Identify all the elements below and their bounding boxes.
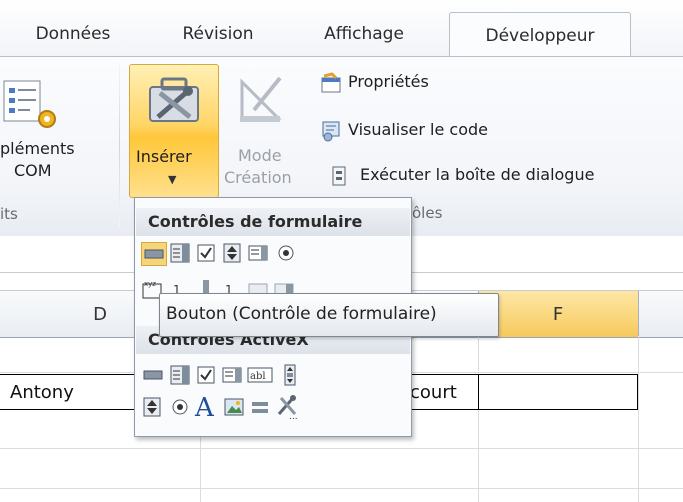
group-label-controls: ôles xyxy=(412,204,443,222)
view-code-label: Visualiser le code xyxy=(348,120,489,139)
group-label-complements: its xyxy=(0,205,18,223)
design-mode-button[interactable]: Mode Création xyxy=(224,68,294,190)
activex-scroll-bar-icon[interactable] xyxy=(279,364,301,386)
svg-text:xyz: xyz xyxy=(144,280,156,288)
more-controls-icon[interactable]: ... xyxy=(275,394,301,422)
activex-image-icon[interactable] xyxy=(223,396,245,418)
view-code-icon xyxy=(320,120,342,142)
button-tooltip: Bouton (Contrôle de formulaire) xyxy=(159,293,499,337)
column-gridline xyxy=(478,336,479,502)
tab-affichage[interactable]: Affichage xyxy=(308,12,420,56)
activex-option-button-icon[interactable] xyxy=(169,396,191,418)
column-header-f[interactable]: F xyxy=(478,291,638,337)
activex-text-box-icon[interactable]: abl xyxy=(247,364,273,386)
button-icon[interactable] xyxy=(141,242,167,266)
design-mode-label-1: Mode xyxy=(238,146,282,165)
column-divider xyxy=(638,291,639,337)
ribbon-tab-bar: Données Révision Affichage Développeur xyxy=(0,0,683,58)
chevron-down-icon: ▼ xyxy=(168,173,177,186)
cell-e-value[interactable]: court xyxy=(410,382,457,403)
svg-text:abl: abl xyxy=(250,371,266,382)
form-controls-header: Contrôles de formulaire xyxy=(136,208,410,236)
option-button-icon[interactable] xyxy=(275,242,297,264)
activex-label-icon[interactable]: A xyxy=(193,392,219,423)
tab-developpeur[interactable]: Développeur xyxy=(449,12,631,58)
insert-label: Insérer xyxy=(136,147,192,166)
run-dialog-label: Exécuter la boîte de dialogue xyxy=(360,165,595,184)
activex-toggle-icon[interactable] xyxy=(249,396,271,418)
run-dialog-icon xyxy=(330,165,348,187)
design-mode-label-2: Création xyxy=(224,168,292,187)
activex-spin-button-icon[interactable] xyxy=(141,396,163,418)
tab-revision[interactable]: Révision xyxy=(168,12,268,56)
activex-button-icon[interactable] xyxy=(141,364,165,386)
svg-text:...: ... xyxy=(289,412,298,420)
insert-controls-button[interactable]: Insérer ▼ xyxy=(129,64,219,198)
row-gridline xyxy=(0,488,683,489)
properties-label: Propriétés xyxy=(348,72,429,91)
group-separator xyxy=(119,63,120,227)
com-addins-label-2: COM xyxy=(14,161,52,180)
row-gridline xyxy=(0,448,683,449)
design-mode-icon xyxy=(236,72,284,124)
properties-icon xyxy=(320,72,342,94)
cell-d-value[interactable]: Antony xyxy=(10,382,74,403)
checkbox-icon[interactable] xyxy=(195,242,217,264)
column-gridline xyxy=(638,336,639,502)
view-code-button[interactable]: Visualiser le code xyxy=(320,118,540,144)
activex-list-box-icon[interactable] xyxy=(221,364,243,386)
com-addins-icon[interactable] xyxy=(0,79,62,133)
activex-combo-box-icon[interactable] xyxy=(169,364,191,386)
run-dialog-button[interactable]: Exécuter la boîte de dialogue xyxy=(330,163,670,189)
toolbox-icon xyxy=(144,73,204,129)
tab-donnees[interactable]: Données xyxy=(18,12,128,56)
combo-box-icon[interactable] xyxy=(169,242,191,264)
spin-button-icon[interactable] xyxy=(221,242,243,264)
svg-text:A: A xyxy=(194,393,215,420)
activex-checkbox-icon[interactable] xyxy=(195,364,217,386)
properties-button[interactable]: Propriétés xyxy=(320,70,480,96)
com-addins-label-1: pléments xyxy=(0,139,75,158)
list-box-icon[interactable] xyxy=(247,242,269,264)
cell-border xyxy=(478,374,479,410)
